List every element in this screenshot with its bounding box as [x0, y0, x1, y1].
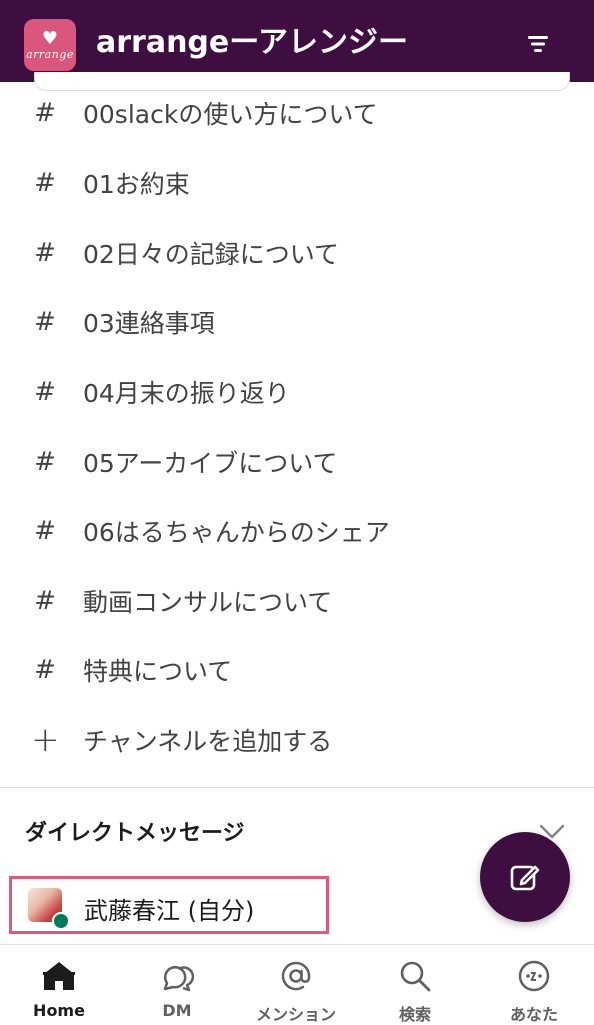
channel-label: 05アーカイブについて [83, 449, 338, 478]
hash-icon: # [34, 377, 56, 407]
workspace-logo[interactable]: ♥ arrange [24, 19, 76, 71]
channel-item[interactable]: # 02日々の記録について [0, 220, 594, 286]
channel-label: 00slackの使い方について [83, 100, 378, 129]
nav-dm-label: DM [162, 1001, 192, 1020]
hash-icon: # [34, 516, 56, 546]
compose-icon [510, 865, 540, 891]
dm-icon [163, 966, 195, 992]
channel-item[interactable]: # 03連絡事項 [0, 289, 594, 355]
channel-item[interactable]: # 動画コンサルについて [0, 568, 594, 634]
home-icon [43, 962, 75, 990]
nav-dm[interactable]: DM [118, 945, 236, 1025]
filter-icon[interactable] [520, 28, 556, 60]
channel-label: 動画コンサルについて [83, 588, 333, 617]
channel-item[interactable]: # 05アーカイブについて [0, 429, 594, 495]
hash-icon: # [34, 238, 56, 268]
hash-icon: # [34, 447, 56, 477]
channel-label: 01お約束 [83, 170, 190, 199]
nav-search[interactable]: 検索 [356, 945, 474, 1025]
dm-item-self[interactable]: 武藤春江 (自分) [9, 876, 329, 934]
logo-text: arrange [26, 47, 74, 61]
channel-item[interactable]: # 04月末の振り返り [0, 359, 594, 425]
nav-you-label: あなた [509, 1005, 558, 1024]
channel-label: 02日々の記録について [83, 240, 340, 269]
nav-home[interactable]: Home [0, 945, 118, 1025]
channel-item[interactable]: # 00slackの使い方について [0, 80, 594, 146]
nav-you[interactable]: あなた [475, 945, 593, 1025]
channel-label: 特典について [83, 657, 233, 686]
heart-icon: ♥ [41, 27, 59, 49]
section-divider [0, 787, 594, 788]
dm-section-title[interactable]: ダイレクトメッセージ [25, 815, 245, 847]
hash-icon: # [34, 168, 56, 198]
add-channel-label: チャンネルを追加する [83, 727, 333, 756]
channel-item[interactable]: # 06はるちゃんからのシェア [0, 498, 594, 564]
compose-button[interactable] [480, 832, 570, 922]
you-icon [518, 960, 550, 992]
search-icon [400, 961, 431, 992]
add-channel-button[interactable]: + チャンネルを追加する [0, 707, 594, 773]
dm-user-name: 武藤春江 (自分) [84, 897, 255, 925]
hash-icon: # [34, 98, 56, 128]
plus-icon: + [31, 720, 60, 760]
hash-icon: # [34, 307, 56, 337]
channel-label: 04月末の振り返り [83, 379, 290, 408]
mention-icon [281, 961, 311, 991]
workspace-title[interactable]: arrangeーアレンジー [96, 22, 408, 64]
nav-search-label: 検索 [398, 1005, 431, 1024]
channel-item[interactable]: # 特典について [0, 637, 594, 703]
bottom-nav: Home DM メンション 検索 あなた [0, 944, 594, 1025]
channel-label: 06はるちゃんからのシェア [83, 518, 390, 547]
nav-mentions[interactable]: メンション [237, 945, 355, 1025]
hash-icon: # [34, 655, 56, 685]
presence-indicator [52, 912, 70, 930]
channel-label: 03連絡事項 [83, 309, 215, 338]
nav-mentions-label: メンション [255, 1005, 336, 1024]
workspace-header: ♥ arrange arrangeーアレンジー [0, 0, 594, 82]
channel-item[interactable]: # 01お約束 [0, 150, 594, 216]
nav-home-label: Home [33, 1001, 85, 1020]
hash-icon: # [34, 586, 56, 616]
